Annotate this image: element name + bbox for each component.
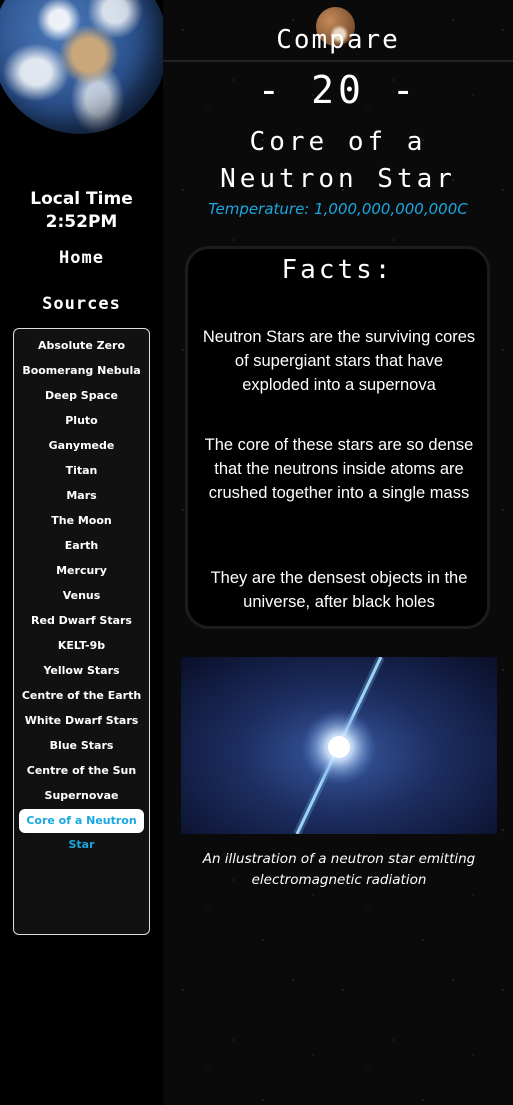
- neutron-star-illustration: [181, 657, 497, 834]
- page-title-line-2: Neutron Star: [220, 164, 456, 194]
- facts-panel: Facts: Neutron Stars are the surviving c…: [185, 246, 490, 629]
- source-item-boomerang-nebula[interactable]: Boomerang Nebula: [19, 359, 144, 383]
- sources-link[interactable]: Sources: [0, 294, 163, 314]
- source-item-ganymede[interactable]: Ganymede: [19, 434, 144, 458]
- source-item-blue-stars[interactable]: Blue Stars: [19, 734, 144, 758]
- fact-1: Neutron Stars are the surviving cores of…: [202, 328, 476, 394]
- facts-title: Facts:: [281, 255, 394, 285]
- sidebar: Local Time 2:52PM Home Sources Absolute …: [0, 0, 168, 1105]
- fact-2: The core of these stars are so dense tha…: [204, 436, 474, 502]
- source-item-venus[interactable]: Venus: [19, 584, 144, 608]
- source-item-mercury[interactable]: Mercury: [19, 559, 144, 583]
- source-item-kelt-9b[interactable]: KELT-9b: [19, 634, 144, 658]
- source-item-titan[interactable]: Titan: [19, 459, 144, 483]
- local-time-value: 2:52PM: [45, 212, 118, 232]
- local-time: Local Time 2:52PM: [0, 188, 163, 234]
- page-title-line-1: Core of a: [249, 127, 427, 157]
- source-item-centre-of-the-sun[interactable]: Centre of the Sun: [19, 759, 144, 783]
- source-item-white-dwarf-stars[interactable]: White Dwarf Stars: [19, 709, 144, 733]
- source-item-deep-space[interactable]: Deep Space: [19, 384, 144, 408]
- page-title: Core of a Neutron Star: [178, 124, 498, 198]
- home-link[interactable]: Home: [0, 248, 163, 268]
- earth-image: [0, 0, 168, 134]
- entry-number: - 20 -: [257, 68, 419, 112]
- image-caption: An illustration of a neutron star emitti…: [202, 851, 476, 888]
- sources-list: Absolute Zero Boomerang Nebula Deep Spac…: [13, 328, 150, 935]
- source-item-absolute-zero[interactable]: Absolute Zero: [19, 334, 144, 358]
- source-item-the-moon[interactable]: The Moon: [19, 509, 144, 533]
- source-item-core-of-a-neutron-star[interactable]: Core of a Neutron Star: [19, 809, 144, 851]
- temperature-label: Temperature: 1,000,000,000,000C: [208, 200, 468, 218]
- compare-title[interactable]: Compare: [163, 25, 513, 55]
- source-item-earth[interactable]: Earth: [19, 534, 144, 558]
- source-item-pluto[interactable]: Pluto: [19, 409, 144, 433]
- source-item-centre-of-the-earth[interactable]: Centre of the Earth: [19, 684, 144, 708]
- fact-3: They are the densest objects in the univ…: [210, 569, 468, 611]
- source-item-supernovae[interactable]: Supernovae: [19, 784, 144, 808]
- source-item-mars[interactable]: Mars: [19, 484, 144, 508]
- neutron-star-graphic: [293, 657, 385, 834]
- source-item-red-dwarf-stars[interactable]: Red Dwarf Stars: [19, 609, 144, 633]
- source-item-yellow-stars[interactable]: Yellow Stars: [19, 659, 144, 683]
- local-time-label: Local Time: [30, 189, 133, 209]
- header-divider: [163, 60, 513, 62]
